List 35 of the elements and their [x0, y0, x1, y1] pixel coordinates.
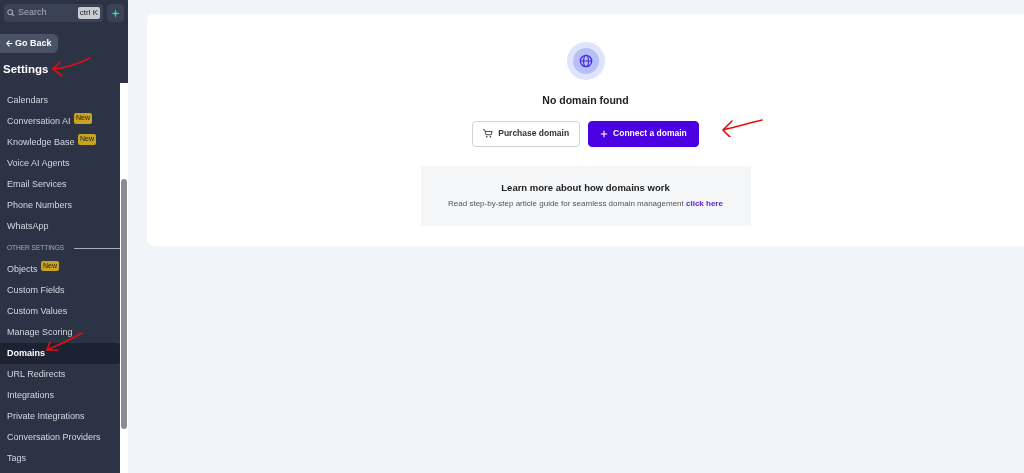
- scrollbar[interactable]: [120, 83, 128, 473]
- sidebar-item[interactable]: Calendars: [0, 90, 121, 112]
- search-placeholder: Search: [18, 6, 47, 20]
- sidebar-item[interactable]: Email Services: [0, 174, 121, 196]
- info-title: Learn more about how domains work: [500, 180, 671, 195]
- sidebar-item[interactable]: Private Integrations: [0, 406, 121, 428]
- sidebar-item[interactable]: Manage Scoring: [0, 322, 121, 344]
- globe-icon: [566, 42, 605, 80]
- sparkle-button[interactable]: [107, 4, 124, 22]
- empty-state-title: No domain found: [542, 93, 629, 108]
- search-icon: [7, 9, 15, 17]
- sidebar-title: Settings: [2, 61, 50, 77]
- sidebar-item[interactable]: URL Redirects: [0, 364, 121, 386]
- sidebar-item[interactable]: Integrations: [0, 385, 121, 407]
- sidebar-item[interactable]: Tags: [0, 448, 121, 470]
- sidebar-item[interactable]: Voice AI Agents: [0, 153, 121, 175]
- click-here-link[interactable]: click here: [686, 199, 723, 208]
- sidebar-item[interactable]: Domains: [0, 343, 121, 365]
- search-field[interactable]: Search ctrl K: [4, 4, 103, 22]
- connect-button[interactable]: Connect a domain: [588, 120, 699, 147]
- sidebar-item[interactable]: Custom Fields: [0, 279, 121, 301]
- purchase-button[interactable]: Purchase domain: [472, 120, 581, 147]
- info-text: Read step-by-step article guide for seamless domain management click here: [447, 198, 724, 210]
- sidebar-item[interactable]: Phone Numbers: [0, 195, 121, 217]
- sidebar-item[interactable]: Conversation Providers: [0, 427, 121, 449]
- annotation-arrow: [52, 57, 91, 77]
- sidebar-item[interactable]: Custom Values: [0, 300, 121, 322]
- back-arrow-icon: [6, 40, 13, 48]
- plus-icon: [600, 129, 609, 138]
- shortcut-hint: ctrl K: [77, 7, 100, 19]
- back-button[interactable]: Go Back: [0, 34, 58, 53]
- annotation-arrow: [722, 119, 763, 137]
- cart-icon: [483, 129, 494, 139]
- sidebar-item[interactable]: WhatsApp: [0, 216, 121, 238]
- sparkle-icon: [111, 8, 120, 18]
